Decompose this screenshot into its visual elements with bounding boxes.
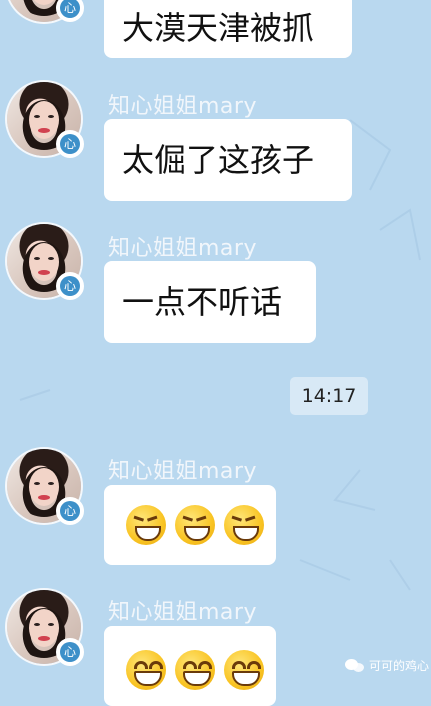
heart-badge-icon: 心 <box>56 497 84 525</box>
sender-name: 知心姐姐mary <box>108 236 257 261</box>
watermark: 可可的鸡心 <box>345 657 429 674</box>
chat-window: 心 大漠天津被抓 心 知心姐姐mary 太倔了这孩子 心 知心姐姐mary 一点… <box>0 0 431 706</box>
message-bubble[interactable]: 一点不听话 <box>104 261 316 343</box>
heart-badge-icon: 心 <box>56 0 84 22</box>
message-text: 太倔了这孩子 <box>122 141 315 179</box>
happy-emoji-icon <box>175 650 215 690</box>
message-text: 大漠天津被抓 <box>122 9 315 47</box>
message-text: 一点不听话 <box>122 283 283 321</box>
message-bubble[interactable] <box>104 485 276 565</box>
sender-name: 知心姐姐mary <box>108 94 257 119</box>
watermark-text: 可可的鸡心 <box>369 659 430 673</box>
heart-badge-icon: 心 <box>56 638 84 666</box>
timestamp: 14:17 <box>290 377 368 415</box>
message-bubble[interactable]: 太倔了这孩子 <box>104 119 352 201</box>
heart-badge-icon: 心 <box>56 272 84 300</box>
wechat-icon <box>345 658 365 673</box>
sender-name: 知心姐姐mary <box>108 600 257 625</box>
sender-name: 知心姐姐mary <box>108 459 257 484</box>
heart-badge-icon: 心 <box>56 130 84 158</box>
happy-emoji-icon <box>126 650 166 690</box>
grin-emoji-icon <box>126 505 166 545</box>
happy-emoji-icon <box>224 650 264 690</box>
message-bubble[interactable]: 大漠天津被抓 <box>104 0 352 58</box>
message-bubble[interactable] <box>104 626 276 706</box>
grin-emoji-icon <box>175 505 215 545</box>
grin-emoji-icon <box>224 505 264 545</box>
